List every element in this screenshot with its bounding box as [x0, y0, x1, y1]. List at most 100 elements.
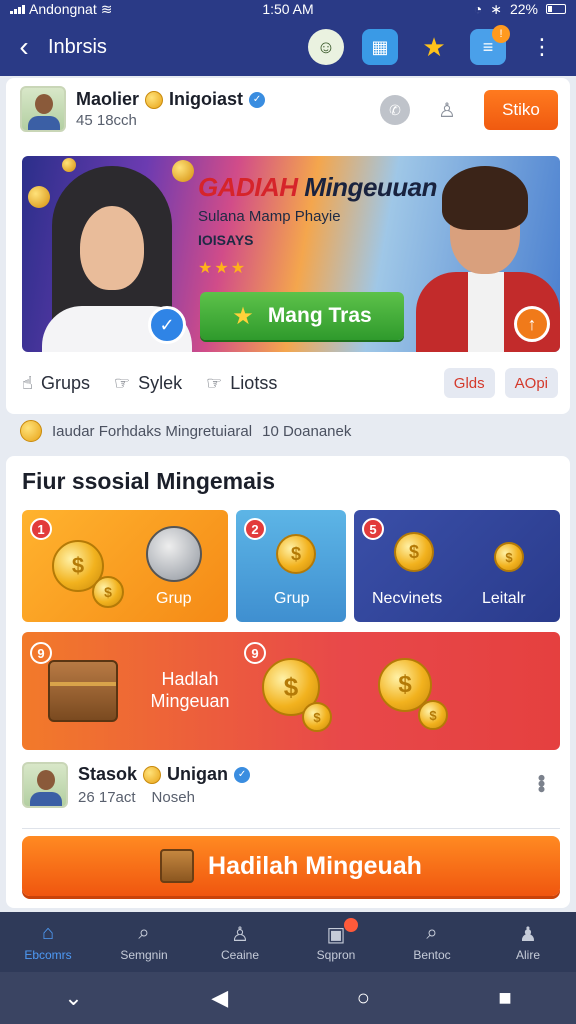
- bottom-nav: ⌂ Ebcomrs ⌕ Semgnin ♙ Ceaine ▣ Sqpron ⌕ …: [0, 912, 576, 972]
- home-icon: ⌂: [41, 922, 55, 944]
- search-icon: ⌕: [426, 922, 438, 944]
- coin-icon: $: [418, 700, 448, 730]
- nav-label: Alire: [515, 948, 540, 962]
- banner-cta-button[interactable]: ★ Mang Tras: [200, 292, 404, 340]
- calendar-icon: ▦: [371, 36, 389, 57]
- app-bar: ‹ Inbrsis ☺ ▦ ★ ≡ ! ⋮: [0, 18, 576, 76]
- pot-icon: [146, 526, 202, 582]
- more-vertical-icon: ⋮: [531, 34, 553, 59]
- tile-number: 2: [244, 518, 266, 540]
- user-row[interactable]: Stasok Unigan ✓ 26 17act Noseh: [22, 762, 251, 808]
- pointer-icon: ☞: [206, 372, 223, 393]
- section-heading: Fiur ssosial Mingemais: [22, 468, 276, 494]
- divider: [22, 828, 560, 829]
- battery-icon: [546, 4, 566, 14]
- tile-label-2: Leitalr: [482, 590, 526, 607]
- nav-item-people[interactable]: ♙ Ceaine: [192, 912, 288, 972]
- info-line: Iaudar Forhdaks Mingretuiaral 10 Doanane…: [20, 420, 351, 442]
- promo-banner[interactable]: ✓ GADIAH Mingeuuan Sulana Mamp Phayie IO…: [22, 156, 560, 352]
- home-circle-icon[interactable]: ○: [357, 985, 370, 1011]
- banner-title: GADIAH Mingeuuan: [198, 172, 438, 202]
- tasks-button[interactable]: ≡ !: [470, 25, 510, 65]
- star-icon: ★: [232, 302, 254, 330]
- coin-icon: [145, 90, 164, 109]
- profile-tabs: ☝ Grups ☞ Sylek ☞ Liotss Glds AOpi: [22, 368, 558, 398]
- chevron-down-icon[interactable]: ⌄: [64, 985, 82, 1011]
- profile-tag: Inigoiast: [169, 89, 244, 109]
- chip[interactable]: Glds: [443, 368, 495, 398]
- chat-icon: ▣: [326, 924, 346, 946]
- feature-tile-3[interactable]: 5 $ $ Necvinets Leitalr: [354, 510, 560, 622]
- user-tag: Unigan: [167, 764, 229, 784]
- coin-icon: $: [394, 532, 434, 572]
- nav-item-find[interactable]: ⌕ Bentoc: [384, 912, 480, 972]
- tab-groups[interactable]: ☝ Grups: [22, 373, 90, 394]
- list-icon: ≡: [482, 36, 494, 57]
- nav-label: Sqpron: [316, 948, 356, 962]
- tile-number: 5: [362, 518, 384, 540]
- nav-label: Semgnin: [120, 948, 168, 962]
- avatar[interactable]: [20, 86, 66, 132]
- app-bar-actions: ☺ ▦ ★ ≡ ! ⋮: [308, 25, 576, 65]
- verified-icon: ✓: [249, 91, 266, 108]
- status-bar: Andongnat ≋ 1:50 AM ◔ ∗ 22%: [0, 0, 576, 18]
- avatar-button[interactable]: ☺: [308, 29, 344, 65]
- person-icon: ♙: [231, 924, 249, 946]
- tile-number-2: 9: [244, 642, 266, 664]
- treasure-chest-icon: [48, 660, 118, 722]
- nav-item-search[interactable]: ⌕ Semgnin: [96, 912, 192, 972]
- features-card: Fiur ssosial Mingemais 1 $ $ Grup 2 $ Gr…: [6, 456, 570, 908]
- profile-header: Maolier Inigoiast ✓ 45 18cch: [20, 86, 266, 132]
- coin-icon: $: [302, 702, 332, 732]
- face-icon: ☺: [316, 36, 336, 57]
- chip-group: Glds AOpi: [443, 368, 558, 398]
- avatar[interactable]: [22, 762, 68, 808]
- nav-label: Bentoc: [413, 948, 451, 962]
- tile-label: Grup: [274, 590, 310, 607]
- search-icon: ⌕: [138, 922, 150, 944]
- recents-square-icon[interactable]: ■: [498, 985, 511, 1011]
- back-button[interactable]: ‹: [0, 18, 48, 76]
- chip[interactable]: AOpi: [504, 368, 558, 398]
- user-add-icon: ♙: [438, 99, 456, 122]
- tile-label: Necvinets: [372, 590, 443, 607]
- profile-name-row: Maolier Inigoiast ✓: [76, 89, 266, 110]
- feature-tile-2[interactable]: 2 $ Grup: [236, 510, 346, 622]
- tab-lists[interactable]: ☞ Liotss: [206, 373, 277, 394]
- banner-subtitle: Sulana Mamp Phayie: [198, 208, 341, 225]
- nav-item-profile[interactable]: ♟ Alire: [480, 912, 576, 972]
- tab-label: Sylek: [138, 372, 183, 393]
- coin-icon: $: [494, 542, 524, 572]
- tab-label: Liotss: [230, 372, 278, 393]
- more-button[interactable]: ⋮: [524, 29, 560, 65]
- calendar-button[interactable]: ▦: [362, 29, 398, 65]
- profile-sub: 45 18cch: [76, 112, 137, 129]
- user-icon: ♟: [519, 924, 537, 946]
- phone-icon: ✆: [389, 101, 401, 118]
- feature-tile-1[interactable]: 1 $ $ Grup: [22, 510, 228, 622]
- profile-card: Maolier Inigoiast ✓ 45 18cch ✆ ♙ Stiko ✓…: [6, 78, 570, 414]
- tab-style[interactable]: ☞ Sylek: [114, 373, 182, 394]
- back-triangle-icon[interactable]: ◀: [211, 985, 228, 1011]
- nav-label: Ebcomrs: [24, 948, 72, 962]
- app-bar-title: Inbrsis: [48, 35, 107, 58]
- feature-tile-rewards[interactable]: 9 Hadlah Mingeuan 9 $ $ $ $: [22, 632, 560, 750]
- banner-stars: ★★★: [198, 260, 248, 277]
- more-vertical-icon[interactable]: •••: [528, 774, 554, 791]
- notification-dot: [343, 918, 358, 932]
- star-button[interactable]: ★: [416, 29, 452, 65]
- call-button[interactable]: ✆: [380, 95, 410, 125]
- user-sub-2: Noseh: [151, 789, 195, 806]
- tile-label: Grup: [156, 590, 192, 607]
- check-badge-icon: ✓: [148, 306, 186, 344]
- status-time: 1:50 AM: [262, 1, 314, 17]
- nav-item-chat[interactable]: ▣ Sqpron: [288, 912, 384, 972]
- tile-label: Hadlah Mingeuan: [150, 669, 230, 711]
- profile-action-button[interactable]: Stiko: [484, 90, 558, 130]
- coin-icon: $: [276, 534, 316, 574]
- tab-label: Grups: [40, 372, 90, 393]
- rewards-cta-button[interactable]: Hadilah Mingeuah: [22, 836, 560, 896]
- coin-icon: [143, 765, 162, 784]
- add-friend-button[interactable]: ♙: [432, 95, 462, 125]
- nav-item-home[interactable]: ⌂ Ebcomrs: [0, 912, 96, 972]
